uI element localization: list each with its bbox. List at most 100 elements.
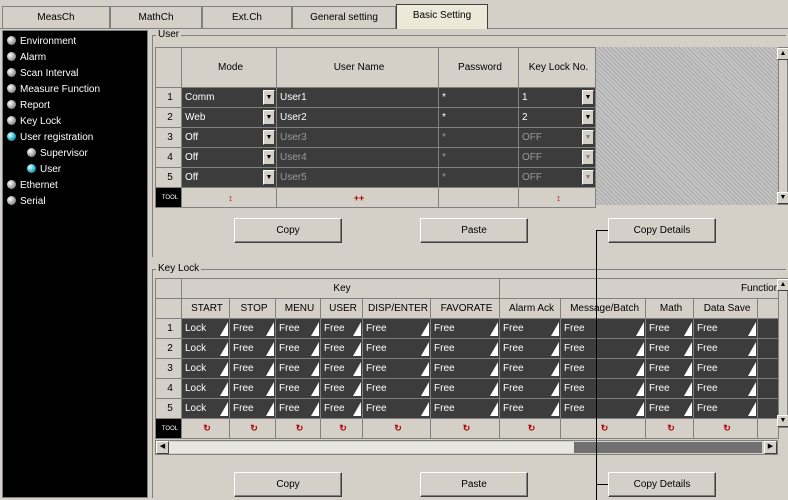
keylock-cell[interactable]: Lock [181, 398, 230, 419]
keylock-cell[interactable]: Free [560, 398, 647, 419]
keylock-cell[interactable]: Free [645, 398, 695, 419]
tool-refresh-icon[interactable]: ↻ [320, 418, 363, 439]
keylock-cell[interactable]: Free [362, 398, 431, 419]
key-lock-no-select[interactable]: 1 ▼ [518, 87, 596, 108]
user-copy-button[interactable]: Copy [234, 218, 342, 243]
user-name-field[interactable]: User4 [276, 147, 439, 168]
keylock-cell[interactable]: Free [320, 378, 363, 399]
key-lock-no-select[interactable]: OFF ▼ [518, 127, 596, 148]
dropdown-arrow-icon[interactable]: ▼ [263, 130, 275, 145]
scroll-up-icon[interactable]: ▲ [777, 48, 788, 60]
keylock-cell[interactable]: Free [645, 318, 695, 339]
keylock-cell[interactable]: Free [275, 318, 321, 339]
keylock-cell[interactable]: Free [229, 338, 276, 359]
sidebar-item-serial[interactable]: Serial [7, 194, 46, 209]
keylock-cell[interactable]: Free [429, 318, 501, 339]
dropdown-arrow-icon[interactable]: ▼ [263, 170, 275, 185]
keylock-cell[interactable]: Free [499, 338, 562, 359]
keylock-cell[interactable]: Free [693, 318, 759, 339]
keylock-cell[interactable]: Free [229, 318, 276, 339]
tool-refresh-icon[interactable]: ↻ [181, 418, 230, 439]
tab-extch[interactable]: Ext.Ch [202, 6, 292, 28]
keylock-cell[interactable]: Free [229, 398, 276, 419]
user-table-vscrollbar[interactable]: ▲ ▼ [777, 47, 788, 205]
keylock-cell[interactable]: Free [362, 358, 431, 379]
sidebar-item-supervisor[interactable]: Supervisor [27, 146, 88, 161]
sidebar-item-measure-function[interactable]: Measure Function [7, 82, 100, 97]
sidebar-item-report[interactable]: Report [7, 98, 50, 113]
keylock-cell[interactable]: Free [275, 378, 321, 399]
tab-basic-setting[interactable]: Basic Setting [396, 4, 488, 29]
keylock-copy-details-button[interactable]: Copy Details [608, 472, 716, 497]
dropdown-arrow-icon[interactable]: ▼ [582, 150, 594, 165]
mode-select[interactable]: Off ▼ [181, 127, 277, 148]
keylock-cell[interactable]: Free [275, 358, 321, 379]
sidebar-item-key-lock[interactable]: Key Lock [7, 114, 61, 129]
sidebar-item-alarm[interactable]: Alarm [7, 50, 46, 65]
keylock-table-vscrollbar[interactable]: ▲ ▼ [777, 278, 788, 428]
keylock-cell[interactable]: Lock [181, 378, 230, 399]
keylock-cell[interactable]: Free [560, 338, 647, 359]
tab-mathch[interactable]: MathCh [110, 6, 202, 28]
hscroll-track[interactable] [574, 442, 762, 453]
tool-mode[interactable]: ↕ [181, 187, 277, 208]
user-copy-details-button[interactable]: Copy Details [608, 218, 716, 243]
sidebar-item-ethernet[interactable]: Ethernet [7, 178, 58, 193]
key-lock-no-select[interactable]: OFF ▼ [518, 167, 596, 188]
tool-user-name[interactable]: ++ [276, 187, 439, 208]
dropdown-arrow-icon[interactable]: ▼ [582, 110, 594, 125]
hscroll-thumb[interactable] [169, 442, 574, 453]
tool-refresh-icon[interactable]: ↻ [693, 418, 759, 439]
sidebar-item-scan-interval[interactable]: Scan Interval [7, 66, 78, 81]
key-lock-no-select[interactable]: OFF ▼ [518, 147, 596, 168]
keylock-cell[interactable]: Free [429, 338, 501, 359]
dropdown-arrow-icon[interactable]: ▼ [582, 90, 594, 105]
keylock-cell[interactable]: Free [645, 378, 695, 399]
keylock-cell[interactable]: Free [693, 378, 759, 399]
scroll-left-icon[interactable]: ◀ [156, 441, 169, 454]
password-field[interactable]: * [438, 147, 519, 168]
scroll-right-icon[interactable]: ▶ [764, 441, 777, 454]
dropdown-arrow-icon[interactable]: ▼ [582, 170, 594, 185]
scroll-down-icon[interactable]: ▼ [777, 415, 788, 427]
mode-select[interactable]: Web ▼ [181, 107, 277, 128]
keylock-cell[interactable]: Free [320, 398, 363, 419]
tab-general-setting[interactable]: General setting [292, 6, 396, 28]
keylock-cell[interactable]: Free [645, 358, 695, 379]
tab-measch[interactable]: MeasCh [2, 6, 110, 28]
user-name-field[interactable]: User2 [276, 107, 439, 128]
sidebar-item-environment[interactable]: Environment [7, 34, 76, 49]
keylock-cell[interactable]: Free [229, 378, 276, 399]
tool-refresh-icon[interactable]: ↻ [229, 418, 276, 439]
dropdown-arrow-icon[interactable]: ▼ [582, 130, 594, 145]
keylock-cell[interactable]: Free [362, 318, 431, 339]
keylock-table-hscrollbar[interactable]: ◀ ▶ [155, 440, 778, 455]
keylock-cell[interactable]: Free [499, 398, 562, 419]
keylock-cell[interactable]: Free [560, 378, 647, 399]
keylock-cell[interactable]: Free [499, 318, 562, 339]
keylock-cell[interactable]: Free [229, 358, 276, 379]
keylock-cell[interactable]: Free [320, 338, 363, 359]
dropdown-arrow-icon[interactable]: ▼ [263, 150, 275, 165]
keylock-cell[interactable]: Free [560, 318, 647, 339]
scroll-up-icon[interactable]: ▲ [777, 279, 788, 291]
keylock-cell[interactable]: Free [693, 358, 759, 379]
dropdown-arrow-icon[interactable]: ▼ [263, 110, 275, 125]
key-lock-no-select[interactable]: 2 ▼ [518, 107, 596, 128]
tool-refresh-icon[interactable]: ↻ [645, 418, 695, 439]
user-name-field[interactable]: User1 [276, 87, 439, 108]
keylock-cell[interactable]: Free [362, 338, 431, 359]
mode-select[interactable]: Comm ▼ [181, 87, 277, 108]
mode-select[interactable]: Off ▼ [181, 167, 277, 188]
password-field[interactable]: * [438, 127, 519, 148]
keylock-cell[interactable]: Free [499, 378, 562, 399]
keylock-cell[interactable]: Free [275, 398, 321, 419]
user-name-field[interactable]: User3 [276, 127, 439, 148]
keylock-cell[interactable]: Free [429, 378, 501, 399]
sidebar-item-user[interactable]: User [27, 162, 61, 177]
dropdown-arrow-icon[interactable]: ▼ [263, 90, 275, 105]
password-field[interactable]: * [438, 107, 519, 128]
keylock-cell[interactable]: Free [362, 378, 431, 399]
mode-select[interactable]: Off ▼ [181, 147, 277, 168]
tool-key-lock-no[interactable]: ↕ [518, 187, 596, 208]
